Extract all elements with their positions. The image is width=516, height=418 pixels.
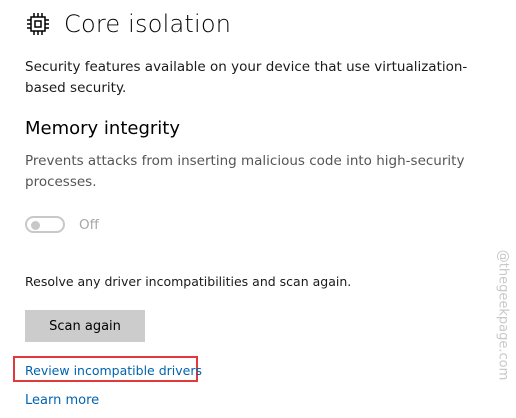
toggle-state-label: Off <box>79 216 99 233</box>
scan-again-button[interactable]: Scan again <box>25 310 145 342</box>
learn-more-link[interactable]: Learn more <box>25 393 99 408</box>
page-title: Core isolation <box>64 10 232 38</box>
page-header: Core isolation <box>25 6 231 42</box>
page-description: Security features available on your devi… <box>25 59 468 96</box>
toggle-knob <box>31 220 40 230</box>
watermark: @thegeekpage.com <box>495 249 511 381</box>
memory-integrity-title: Memory integrity <box>25 118 181 139</box>
resolve-instructions: Resolve any driver incompatibilities and… <box>25 274 352 289</box>
chip-icon <box>25 11 51 37</box>
memory-integrity-toggle[interactable] <box>25 216 65 233</box>
memory-integrity-description: Prevents attacks from inserting maliciou… <box>25 153 465 190</box>
memory-integrity-toggle-row: Off <box>25 216 99 233</box>
review-incompatible-drivers-link[interactable]: Review incompatible drivers <box>25 363 202 378</box>
